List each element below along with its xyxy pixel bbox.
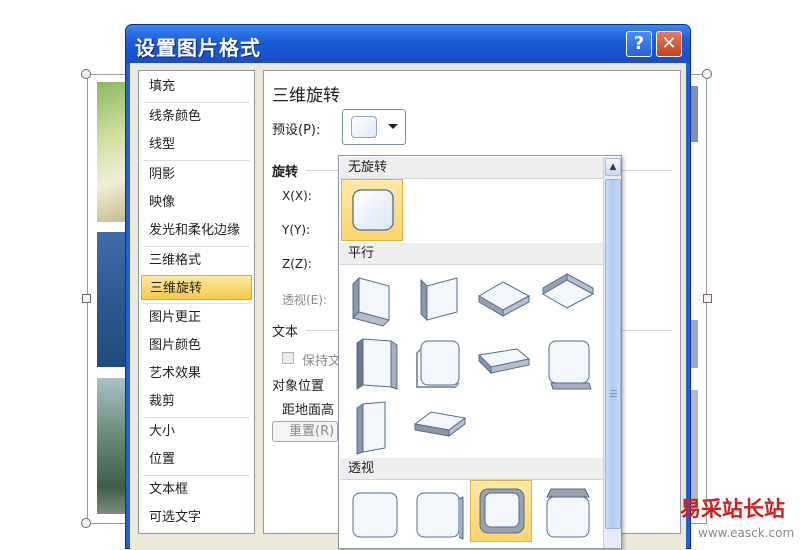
preset-parallel-7[interactable]	[473, 333, 535, 395]
gallery-section-perspective: 透视	[340, 458, 603, 480]
preset-perspective-icon	[352, 492, 398, 538]
nav-item-reflection[interactable]: 映像	[141, 190, 252, 215]
preset-perspective-3[interactable]	[470, 480, 532, 542]
z-rotation-label: Z(Z):	[282, 257, 312, 271]
picture-tile	[97, 232, 127, 367]
nav-item-fill[interactable]: 填充	[141, 74, 252, 99]
title-bar[interactable]: 设置图片格式 ? ✕	[126, 25, 690, 63]
nav-item-text-box[interactable]: 文本框	[141, 477, 252, 502]
category-list: 填充 线条颜色 线型 阴影 映像 发光和柔化边缘 三维格式 三维旋转 图片更正 …	[138, 70, 255, 534]
thumb-grip	[610, 390, 617, 391]
resize-handle-bottom-left[interactable]	[81, 518, 91, 528]
dropdown-arrow-icon	[388, 124, 398, 129]
nav-item-glow[interactable]: 发光和柔化边缘	[141, 218, 252, 243]
preset-parallel-4[interactable]	[537, 268, 599, 330]
nav-divider	[143, 102, 250, 103]
preset-flat-icon	[352, 189, 394, 231]
preset-parallel-icon	[420, 277, 458, 322]
preset-parallel-6[interactable]	[409, 333, 471, 395]
preset-perspective-icon	[546, 488, 590, 538]
preset-parallel-icon	[356, 338, 398, 390]
watermark-url: www.easck.com	[698, 526, 795, 540]
thumb-grip	[610, 396, 617, 397]
nav-divider	[143, 303, 250, 304]
reset-button[interactable]: 重置(R)	[272, 421, 338, 442]
nav-item-line-style[interactable]: 线型	[141, 132, 252, 157]
preset-parallel-icon	[478, 281, 531, 317]
nav-item-artistic-effects[interactable]: 艺术效果	[141, 361, 252, 386]
object-position-section-heading: 对象位置	[272, 379, 325, 394]
preset-parallel-icon	[477, 348, 531, 375]
preset-parallel-1[interactable]	[345, 268, 407, 330]
nav-item-shadow[interactable]: 阴影	[141, 162, 252, 187]
nav-divider	[143, 475, 250, 476]
nav-divider	[143, 417, 250, 418]
site-watermark: 易采站长站 www.easck.com	[680, 493, 800, 549]
preset-no-rotation[interactable]	[341, 179, 403, 241]
scroll-up-icon[interactable]: ▲	[605, 158, 621, 176]
nav-item-3d-rotation[interactable]: 三维旋转	[141, 275, 252, 300]
gallery-section-no-rotation: 无旋转	[340, 157, 603, 179]
nav-item-picture-color[interactable]: 图片颜色	[141, 333, 252, 358]
nav-item-size[interactable]: 大小	[141, 419, 252, 444]
help-button[interactable]: ?	[626, 31, 652, 57]
preset-perspective-icon	[479, 488, 525, 534]
preset-swatch-icon	[351, 116, 377, 138]
thumb-grip	[610, 393, 617, 394]
preset-parallel-icon	[356, 401, 386, 455]
preset-parallel-10[interactable]	[409, 396, 471, 458]
gallery-scrollbar[interactable]: ▲	[603, 157, 621, 548]
preset-parallel-icon	[352, 276, 390, 327]
picture-tile	[97, 378, 127, 514]
rotation-section-heading: 旋转	[272, 165, 299, 180]
preset-perspective-icon	[416, 492, 464, 540]
close-button[interactable]: ✕	[656, 31, 682, 57]
nav-item-line-color[interactable]: 线条颜色	[141, 104, 252, 129]
preset-label: 预设(P):	[272, 123, 321, 138]
nav-item-picture-corrections[interactable]: 图片更正	[141, 305, 252, 330]
keep-text-flat-checkbox[interactable]	[282, 352, 294, 364]
preset-parallel-3[interactable]	[473, 268, 535, 330]
nav-divider	[143, 246, 250, 247]
resize-handle-top-right[interactable]	[702, 69, 712, 79]
nav-item-3d-format[interactable]: 三维格式	[141, 248, 252, 273]
nav-divider	[143, 160, 250, 161]
resize-handle-left[interactable]	[82, 294, 91, 303]
panel-title: 三维旋转	[272, 86, 340, 106]
preset-perspective-1[interactable]	[345, 483, 407, 545]
preset-perspective-4[interactable]	[537, 483, 599, 545]
rotation-preset-gallery: 无旋转 平行 透视 ▲	[338, 155, 622, 549]
dialog-title: 设置图片格式	[135, 36, 261, 60]
preset-parallel-5[interactable]	[345, 333, 407, 395]
resize-handle-top-left[interactable]	[81, 69, 91, 79]
preset-dropdown-button[interactable]	[342, 109, 406, 145]
text-section-heading: 文本	[272, 325, 299, 340]
perspective-label: 透视(E):	[282, 293, 327, 307]
preset-parallel-8[interactable]	[537, 333, 599, 395]
scrollbar-thumb[interactable]	[605, 179, 621, 529]
picture-tile	[97, 82, 127, 222]
gallery-section-parallel: 平行	[340, 243, 603, 265]
watermark-title: 易采站长站	[680, 496, 785, 521]
preset-parallel-9[interactable]	[345, 396, 407, 458]
nav-item-crop[interactable]: 裁剪	[141, 389, 252, 414]
x-rotation-label: X(X):	[282, 189, 312, 203]
resize-handle-right[interactable]	[703, 294, 712, 303]
distance-from-ground-label: 距地面高	[282, 403, 335, 418]
nav-item-position[interactable]: 位置	[141, 447, 252, 472]
nav-item-alt-text[interactable]: 可选文字	[141, 505, 252, 530]
preset-parallel-2[interactable]	[409, 268, 471, 330]
preset-parallel-icon	[548, 340, 592, 390]
preset-parallel-icon	[416, 340, 460, 388]
preset-parallel-icon	[413, 411, 467, 437]
y-rotation-label: Y(Y):	[282, 223, 311, 237]
preset-perspective-2[interactable]	[409, 483, 471, 545]
preset-parallel-icon	[542, 273, 595, 309]
keep-text-flat-label: 保持文	[302, 354, 342, 369]
